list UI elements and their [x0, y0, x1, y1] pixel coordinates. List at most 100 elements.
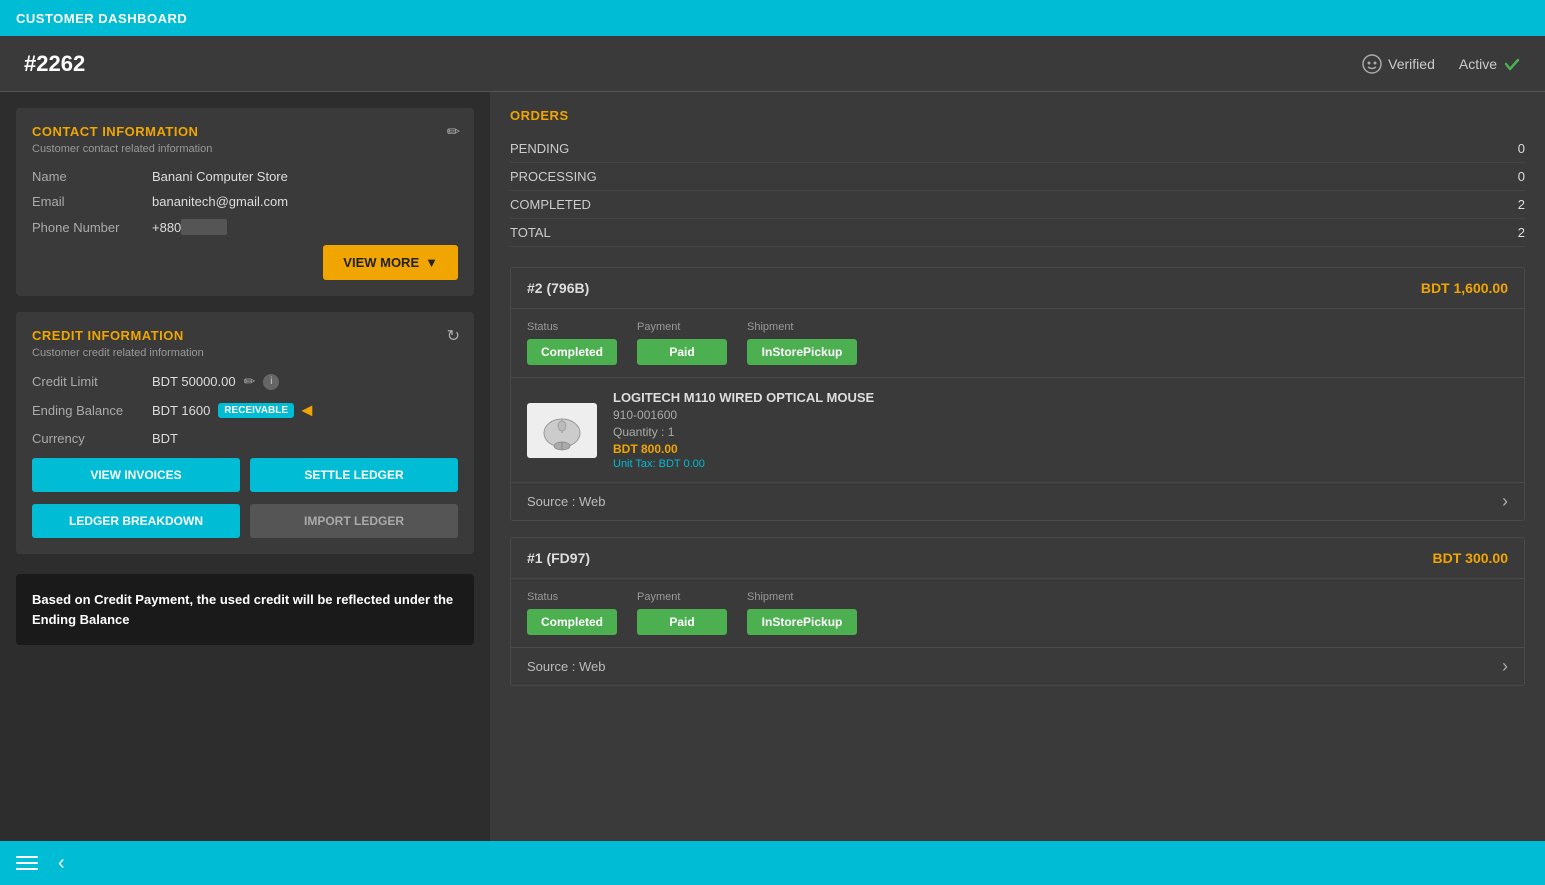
order-1-source-label: Source : Web	[527, 494, 606, 509]
ham-line-1	[16, 856, 38, 858]
credit-info-subtitle: Customer credit related information	[32, 347, 458, 359]
phone-prefix: +880	[152, 220, 181, 235]
email-row: Email bananitech@gmail.com	[32, 194, 458, 209]
active-label: Active	[1459, 56, 1497, 72]
checkmark-icon	[1503, 55, 1521, 73]
product-sku: 910-001600	[613, 408, 1508, 422]
top-bar: CUSTOMER DASHBOARD	[0, 0, 1545, 36]
ham-line-2	[16, 862, 38, 864]
credit-limit-edit-icon[interactable]: ✏	[244, 373, 256, 390]
product-info: LOGITECH M110 WIRED OPTICAL MOUSE 910-00…	[613, 390, 1508, 470]
active-status: Active	[1459, 55, 1521, 73]
orders-pending-row: PENDING 0	[510, 135, 1525, 163]
header-status: Verified Active	[1362, 54, 1521, 74]
order-1-status-label: Status	[527, 321, 617, 333]
main-layout: CONTACT INFORMATION Customer contact rel…	[0, 92, 1545, 841]
order-2-status-badge: Completed	[527, 609, 617, 635]
chevron-down-icon: ▼	[425, 255, 438, 270]
order-1-chevron-icon[interactable]: ›	[1502, 491, 1508, 512]
ending-balance-value: BDT 1600	[152, 403, 210, 418]
product-tax: Unit Tax: BDT 0.00	[613, 458, 1508, 470]
order-1-product-row: LOGITECH M110 WIRED OPTICAL MOUSE 910-00…	[511, 377, 1524, 482]
order-2-payment-label: Payment	[637, 591, 727, 603]
credit-btn-row-1: VIEW INVOICES SETTLE LEDGER	[32, 458, 458, 492]
verified-icon	[1362, 54, 1382, 74]
order-2-amount: BDT 300.00	[1433, 550, 1508, 566]
credit-limit-value: BDT 50000.00	[152, 374, 236, 389]
order-2-shipment-group: Shipment InStorePickup	[747, 591, 857, 635]
order-1-header: #2 (796B) BDT 1,600.00	[511, 268, 1524, 309]
product-image	[527, 403, 597, 458]
ledger-breakdown-button[interactable]: LEDGER BREAKDOWN	[32, 504, 240, 538]
credit-tooltip-box: Based on Credit Payment, the used credit…	[16, 574, 474, 645]
order-card-1: #2 (796B) BDT 1,600.00 Status Completed …	[510, 267, 1525, 521]
order-1-source-row[interactable]: Source : Web ›	[511, 482, 1524, 520]
right-panel: ORDERS PENDING 0 PROCESSING 0 COMPLETED …	[490, 92, 1545, 841]
hamburger-menu-button[interactable]	[16, 856, 38, 870]
verified-status: Verified	[1362, 54, 1435, 74]
settle-ledger-button[interactable]: SETTLE LEDGER	[250, 458, 458, 492]
email-label: Email	[32, 194, 152, 209]
credit-btn-row-2: LEDGER BREAKDOWN IMPORT LEDGER	[32, 504, 458, 538]
order-1-status-group: Status Completed	[527, 321, 617, 365]
left-panel: CONTACT INFORMATION Customer contact rel…	[0, 92, 490, 841]
import-ledger-button[interactable]: IMPORT LEDGER	[250, 504, 458, 538]
phone-row: Phone Number +880	[32, 219, 458, 235]
order-2-source-label: Source : Web	[527, 659, 606, 674]
orders-processing-row: PROCESSING 0	[510, 163, 1525, 191]
order-1-shipment-badge: InStorePickup	[747, 339, 857, 365]
completed-label: COMPLETED	[510, 191, 1447, 219]
view-more-button[interactable]: VIEW MORE ▼	[323, 245, 458, 280]
pending-label: PENDING	[510, 135, 1447, 163]
order-2-chevron-icon[interactable]: ›	[1502, 656, 1508, 677]
view-invoices-button[interactable]: VIEW INVOICES	[32, 458, 240, 492]
order-2-payment-badge: Paid	[637, 609, 727, 635]
back-button[interactable]: ‹	[58, 852, 65, 875]
currency-label: Currency	[32, 431, 152, 446]
name-label: Name	[32, 169, 152, 184]
order-2-status-group: Status Completed	[527, 591, 617, 635]
credit-info-title: CREDIT INFORMATION	[32, 328, 458, 343]
arrow-left-icon: ◄	[298, 400, 316, 421]
currency-row: Currency BDT	[32, 431, 458, 446]
order-2-shipment-label: Shipment	[747, 591, 857, 603]
product-quantity: Quantity : 1	[613, 425, 1508, 439]
completed-value: 2	[1447, 191, 1525, 219]
mouse-image	[532, 408, 592, 453]
order-1-shipment-label: Shipment	[747, 321, 857, 333]
order-1-payment-badge: Paid	[637, 339, 727, 365]
contact-info-title: CONTACT INFORMATION	[32, 124, 458, 139]
verified-label: Verified	[1388, 56, 1435, 72]
product-name: LOGITECH M110 WIRED OPTICAL MOUSE	[613, 390, 1508, 405]
email-value: bananitech@gmail.com	[152, 194, 288, 209]
contact-info-card: CONTACT INFORMATION Customer contact rel…	[16, 108, 474, 296]
order-card-2: #1 (FD97) BDT 300.00 Status Completed Pa…	[510, 537, 1525, 686]
total-label: TOTAL	[510, 219, 1447, 247]
order-1-payment-label: Payment	[637, 321, 727, 333]
ending-balance-label: Ending Balance	[32, 403, 152, 418]
ending-balance-row: Ending Balance BDT 1600 RECEIVABLE ◄	[32, 400, 458, 421]
order-1-shipment-group: Shipment InStorePickup	[747, 321, 857, 365]
info-icon[interactable]: i	[263, 374, 279, 390]
processing-value: 0	[1447, 163, 1525, 191]
receivable-badge: RECEIVABLE	[218, 403, 294, 418]
order-1-status-row: Status Completed Payment Paid Shipment I…	[511, 309, 1524, 377]
credit-limit-label: Credit Limit	[32, 374, 152, 389]
phone-label: Phone Number	[32, 220, 152, 235]
order-2-status-label: Status	[527, 591, 617, 603]
tooltip-text: Based on Credit Payment, the used credit…	[32, 592, 453, 627]
order-2-status-row: Status Completed Payment Paid Shipment I…	[511, 579, 1524, 647]
ham-line-3	[16, 868, 38, 870]
orders-completed-row: COMPLETED 2	[510, 191, 1525, 219]
order-2-source-row[interactable]: Source : Web ›	[511, 647, 1524, 685]
order-1-amount: BDT 1,600.00	[1421, 280, 1508, 296]
credit-refresh-button[interactable]: ↻	[447, 326, 460, 346]
contact-edit-button[interactable]: ✏	[447, 122, 460, 142]
credit-info-card: CREDIT INFORMATION Customer credit relat…	[16, 312, 474, 554]
bottom-bar: ‹	[0, 841, 1545, 885]
order-2-header: #1 (FD97) BDT 300.00	[511, 538, 1524, 579]
order-2-payment-group: Payment Paid	[637, 591, 727, 635]
orders-total-row: TOTAL 2	[510, 219, 1525, 247]
phone-number-blurred	[181, 219, 226, 235]
orders-summary-table: PENDING 0 PROCESSING 0 COMPLETED 2 TOTAL…	[510, 135, 1525, 247]
